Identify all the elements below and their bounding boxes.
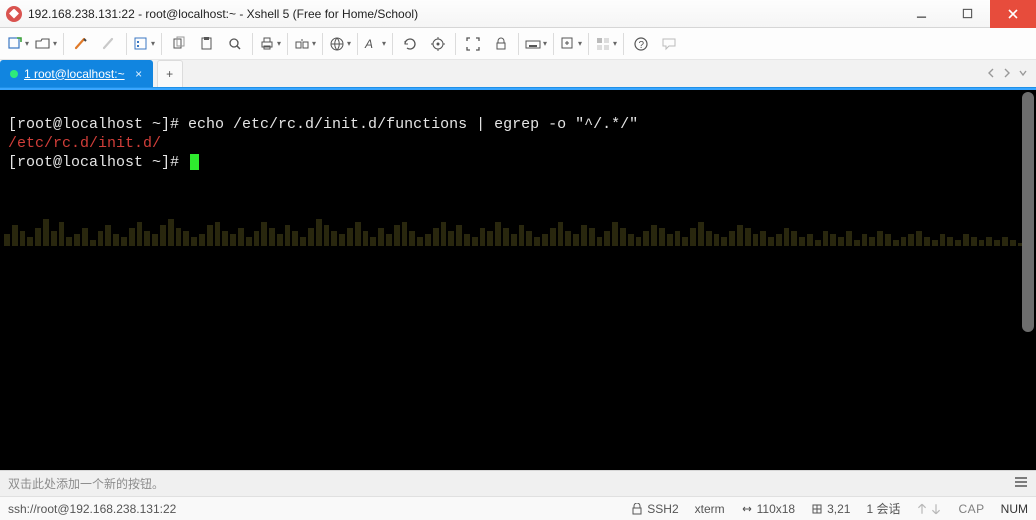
- chat-icon[interactable]: [656, 31, 682, 57]
- open-button[interactable]: ▾: [33, 31, 59, 57]
- status-sessions: 1 会话: [866, 500, 900, 517]
- separator: [553, 33, 554, 55]
- tab-close-button[interactable]: ×: [131, 67, 147, 81]
- terminal-line: [root@localhost ~]#: [8, 154, 199, 171]
- separator: [161, 33, 162, 55]
- quickbar-menu-button[interactable]: [1014, 475, 1028, 492]
- maximize-button[interactable]: [944, 0, 990, 28]
- app-icon: [6, 6, 22, 22]
- waveform-decoration: [0, 202, 1036, 246]
- scroll-thumb[interactable]: [1022, 92, 1034, 332]
- copy-icon[interactable]: [166, 31, 192, 57]
- connected-indicator-icon: [10, 70, 18, 78]
- status-protocol: SSH2: [631, 502, 678, 516]
- terminal-content: [root@localhost ~]# echo /etc/rc.d/init.…: [0, 90, 1036, 197]
- transfer-icon[interactable]: ▾: [292, 31, 318, 57]
- separator: [357, 33, 358, 55]
- keyboard-icon[interactable]: ▾: [523, 31, 549, 57]
- close-button[interactable]: [990, 0, 1036, 28]
- tab-session-1[interactable]: 1 root@localhost:~ ×: [0, 60, 153, 87]
- paste-icon[interactable]: [194, 31, 220, 57]
- terminal[interactable]: [root@localhost ~]# echo /etc/rc.d/init.…: [0, 88, 1036, 470]
- tile-icon[interactable]: ▾: [593, 31, 619, 57]
- cursor-icon: [190, 154, 199, 170]
- separator: [63, 33, 64, 55]
- font-icon[interactable]: A▾: [362, 31, 388, 57]
- lock-icon: [631, 503, 643, 515]
- separator: [623, 33, 624, 55]
- print-icon[interactable]: ▾: [257, 31, 283, 57]
- separator: [252, 33, 253, 55]
- location-icon[interactable]: [425, 31, 451, 57]
- tab-next-button[interactable]: [1002, 67, 1012, 81]
- separator: [588, 33, 589, 55]
- svg-text:A: A: [364, 37, 373, 51]
- toolbar: ▾ ▾ ▾ ▾ ▾ ▾ A▾: [0, 28, 1036, 60]
- separator: [322, 33, 323, 55]
- tab-label: 1 root@localhost:~: [24, 67, 125, 81]
- status-size: 110x18: [741, 502, 795, 516]
- status-term: xterm: [695, 502, 725, 516]
- status-cursor: 3,21: [811, 502, 850, 516]
- status-numlock: NUM: [1001, 502, 1028, 516]
- status-traffic: [916, 503, 942, 515]
- resize-icon: [741, 503, 753, 515]
- svg-text:?: ?: [639, 40, 645, 51]
- refresh-icon[interactable]: [397, 31, 423, 57]
- find-icon[interactable]: [222, 31, 248, 57]
- separator: [287, 33, 288, 55]
- tab-nav: [986, 60, 1036, 87]
- window-title: 192.168.238.131:22 - root@localhost:~ - …: [28, 7, 898, 21]
- down-icon: [930, 503, 942, 515]
- properties-icon[interactable]: ▾: [131, 31, 157, 57]
- help-icon[interactable]: ?: [628, 31, 654, 57]
- minimize-button[interactable]: [898, 0, 944, 28]
- new-session-button[interactable]: ▾: [5, 31, 31, 57]
- statusbar: ssh://root@192.168.238.131:22 SSH2 xterm…: [0, 496, 1036, 520]
- status-capslock: CAP: [958, 502, 984, 516]
- terminal-scrollbar[interactable]: [1020, 90, 1036, 470]
- tab-dropdown-button[interactable]: [1018, 67, 1028, 81]
- separator: [455, 33, 456, 55]
- disconnect-icon[interactable]: [96, 31, 122, 57]
- separator: [392, 33, 393, 55]
- new-tab-button[interactable]: +: [157, 60, 183, 87]
- lock-icon[interactable]: [488, 31, 514, 57]
- add-icon[interactable]: ▾: [558, 31, 584, 57]
- terminal-output: /etc/rc.d/init.d/: [8, 135, 161, 152]
- quickbar-hint: 双击此处添加一个新的按钮。: [8, 475, 164, 492]
- separator: [518, 33, 519, 55]
- tabstrip: 1 root@localhost:~ × +: [0, 60, 1036, 88]
- reconnect-icon[interactable]: [68, 31, 94, 57]
- fullscreen-icon[interactable]: [460, 31, 486, 57]
- status-connection: ssh://root@192.168.238.131:22: [8, 502, 176, 516]
- separator: [126, 33, 127, 55]
- tab-prev-button[interactable]: [986, 67, 996, 81]
- quickbar[interactable]: 双击此处添加一个新的按钮。: [0, 470, 1036, 496]
- up-icon: [916, 503, 928, 515]
- titlebar: 192.168.238.131:22 - root@localhost:~ - …: [0, 0, 1036, 28]
- language-icon[interactable]: ▾: [327, 31, 353, 57]
- terminal-line: [root@localhost ~]# echo /etc/rc.d/init.…: [8, 116, 638, 133]
- grid-icon: [811, 503, 823, 515]
